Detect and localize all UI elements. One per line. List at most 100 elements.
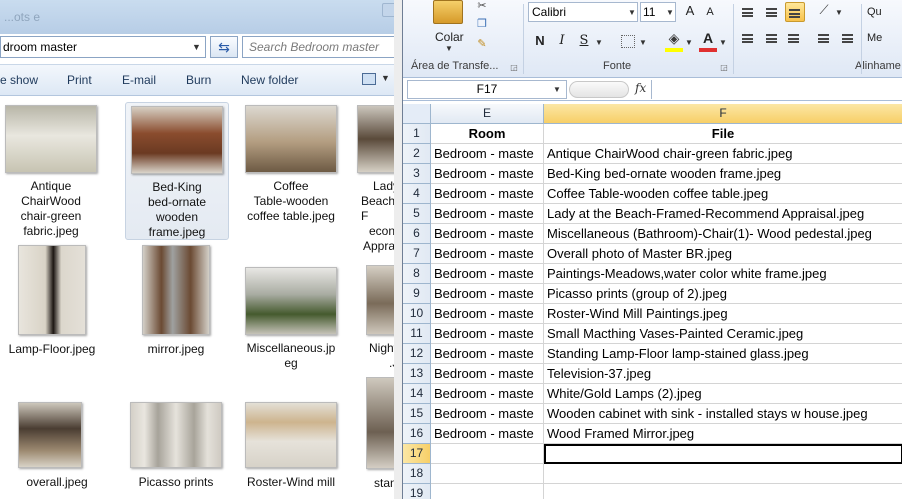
paste-icon[interactable]	[433, 0, 463, 24]
decrease-indent-button[interactable]	[815, 30, 833, 48]
file-tile[interactable]: Miscellaneous.jp eg	[240, 267, 342, 371]
row-header[interactable]: 14	[403, 384, 431, 404]
file-tile[interactable]: Picasso prints	[125, 402, 227, 490]
cell-file[interactable]: Overall photo of Master BR.jpeg	[544, 244, 902, 264]
orientation-icon[interactable]: ⟋	[817, 3, 831, 16]
column-title-room[interactable]: Room	[431, 124, 544, 144]
row-header[interactable]: 11	[403, 324, 431, 344]
cell-room[interactable]: Bedroom - maste	[431, 344, 544, 364]
cell-file[interactable]: Wooden cabinet with sink - installed sta…	[544, 404, 902, 424]
cell-file[interactable]: Lady at the Beach-Framed-Recommend Appra…	[544, 204, 902, 224]
row-header[interactable]: 6	[403, 224, 431, 244]
row-header[interactable]: 9	[403, 284, 431, 304]
cell-file[interactable]: Miscellaneous (Bathroom)-Chair(1)- Wood …	[544, 224, 902, 244]
copy-icon[interactable]: ❐	[475, 18, 489, 30]
align-center-button[interactable]	[763, 30, 781, 48]
column-header-e[interactable]: E	[431, 104, 544, 124]
row-header[interactable]: 19	[403, 484, 431, 499]
cell-room[interactable]	[431, 484, 544, 499]
underline-dropdown-icon[interactable]: ▼	[595, 38, 603, 47]
row-header[interactable]: 13	[403, 364, 431, 384]
cell-room[interactable]: Bedroom - maste	[431, 204, 544, 224]
burn-button[interactable]: Burn	[186, 73, 211, 87]
file-tile[interactable]: mirror.jpeg	[125, 245, 227, 357]
cell-room[interactable]	[431, 464, 544, 484]
cell-room[interactable]: Bedroom - maste	[431, 424, 544, 444]
cell-room[interactable]: Bedroom - maste	[431, 264, 544, 284]
refresh-button[interactable]: ⇆	[210, 36, 238, 58]
wrap-text-button[interactable]: Qu	[867, 6, 882, 18]
cell-room[interactable]	[431, 444, 544, 464]
align-right-button[interactable]	[785, 30, 803, 48]
cell-room[interactable]: Bedroom - maste	[431, 184, 544, 204]
fill-color-dropdown-icon[interactable]: ▼	[685, 38, 693, 47]
cell-room[interactable]: Bedroom - maste	[431, 144, 544, 164]
cell-file[interactable]: Roster-Wind Mill Paintings.jpeg	[544, 304, 902, 324]
orientation-dropdown-icon[interactable]: ▼	[835, 8, 843, 17]
increase-indent-button[interactable]	[839, 30, 857, 48]
file-tile[interactable]: Coffee Table-wooden coffee table.jpeg	[240, 105, 342, 224]
cell-file[interactable]: Paintings-Meadows,water color white fram…	[544, 264, 902, 284]
row-header[interactable]: 18	[403, 464, 431, 484]
views-icon[interactable]	[362, 73, 376, 85]
align-left-button[interactable]	[739, 30, 757, 48]
font-size-dropdown-icon[interactable]: ▼	[666, 8, 674, 17]
insert-function-button[interactable]: fx	[635, 81, 646, 95]
cell-file[interactable]	[544, 484, 902, 499]
grow-font-button[interactable]: A	[681, 2, 699, 20]
new-folder-button[interactable]: New folder	[241, 73, 298, 87]
font-name-select[interactable]: Calibri	[528, 2, 638, 22]
address-dropdown-icon[interactable]: ▼	[192, 42, 201, 52]
file-tile[interactable]: Lamp-Floor.jpeg	[9, 245, 95, 357]
font-color-dropdown-icon[interactable]: ▼	[719, 38, 727, 47]
cell-room[interactable]: Bedroom - maste	[431, 244, 544, 264]
cell-room[interactable]: Bedroom - maste	[431, 364, 544, 384]
cell-room[interactable]: Bedroom - maste	[431, 384, 544, 404]
font-color-icon[interactable]: A	[701, 31, 715, 45]
views-dropdown-icon[interactable]: ▼	[381, 73, 390, 83]
row-header[interactable]: 4	[403, 184, 431, 204]
row-header[interactable]: 2	[403, 144, 431, 164]
cell-file[interactable]: Small Macthing Vases-Painted Ceramic.jpe…	[544, 324, 902, 344]
row-header[interactable]: 7	[403, 244, 431, 264]
merge-button[interactable]: Me	[867, 32, 882, 44]
formula-input[interactable]	[651, 80, 902, 99]
align-top-button[interactable]	[739, 4, 757, 22]
cell-file[interactable]: Coffee Table-wooden coffee table.jpeg	[544, 184, 902, 204]
active-cell[interactable]	[544, 444, 902, 464]
file-tile[interactable]: Antique ChairWood chair-green fabric.jpe…	[0, 105, 102, 239]
shrink-font-button[interactable]: A	[701, 3, 719, 21]
file-tile[interactable]: overall.jpeg	[12, 402, 114, 490]
row-header[interactable]: 8	[403, 264, 431, 284]
file-tile[interactable]: Roster-Wind mill	[240, 402, 342, 490]
borders-dropdown-icon[interactable]: ▼	[639, 38, 647, 47]
slideshow-button[interactable]: e show	[0, 73, 38, 87]
cell-file[interactable]: Television-37.jpeg	[544, 364, 902, 384]
cut-icon[interactable]: ✂	[475, 0, 489, 12]
cell-file[interactable]: Wood Framed Mirror.jpeg	[544, 424, 902, 444]
name-box-dropdown-icon[interactable]: ▼	[553, 85, 561, 94]
cell-room[interactable]: Bedroom - maste	[431, 284, 544, 304]
align-bottom-button[interactable]	[785, 2, 805, 22]
fill-color-icon[interactable]: ◈	[667, 31, 681, 45]
paste-button[interactable]: Colar	[435, 30, 464, 44]
font-launcher-icon[interactable]: ◲	[717, 62, 731, 74]
row-header[interactable]: 1	[403, 124, 431, 144]
row-header[interactable]: 12	[403, 344, 431, 364]
column-header-f[interactable]: F	[544, 104, 902, 124]
cell-file[interactable]: Bed-King bed-ornate wooden frame.jpeg	[544, 164, 902, 184]
row-header[interactable]: 10	[403, 304, 431, 324]
email-button[interactable]: E-mail	[122, 73, 156, 87]
bold-button[interactable]: N	[531, 32, 549, 50]
underline-button[interactable]: S	[575, 32, 593, 50]
cell-room[interactable]: Bedroom - maste	[431, 304, 544, 324]
name-box[interactable]: F17	[407, 80, 567, 99]
cell-file[interactable]: Antique ChairWood chair-green fabric.jpe…	[544, 144, 902, 164]
address-bar[interactable]: droom master	[0, 36, 206, 58]
select-all-corner[interactable]	[403, 104, 431, 124]
paste-dropdown-icon[interactable]: ▼	[445, 44, 453, 53]
print-button[interactable]: Print	[67, 73, 92, 87]
row-header[interactable]: 15	[403, 404, 431, 424]
cell-room[interactable]: Bedroom - maste	[431, 164, 544, 184]
search-input[interactable]: Search Bedroom master	[242, 36, 402, 58]
